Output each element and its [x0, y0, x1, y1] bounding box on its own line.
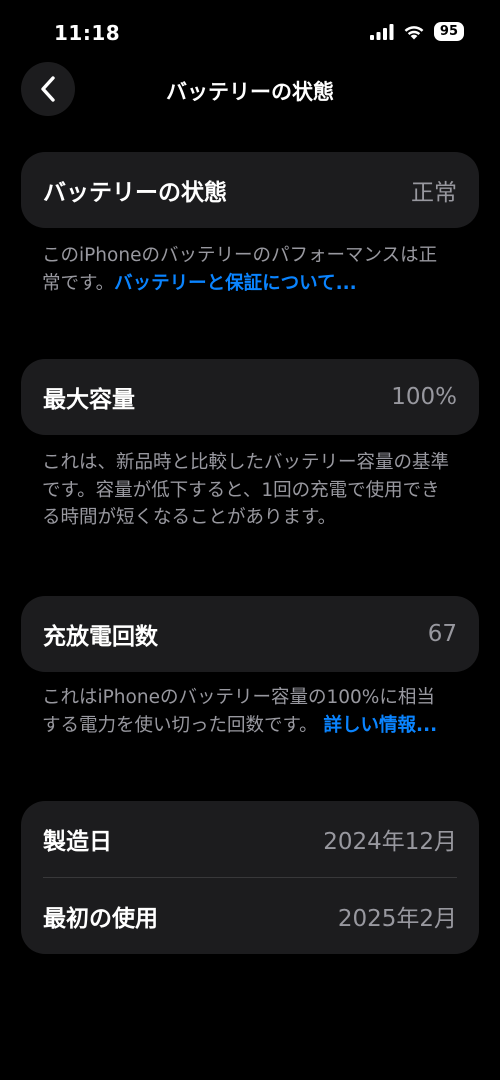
first-use-value: 2025年2月: [337, 906, 457, 932]
cycle-count-card: 充放電回数 67: [21, 596, 479, 672]
max-capacity-label: 最大容量: [43, 387, 135, 413]
max-capacity-description: これは、新品時と比較したバッテリー容量の基準です。容量が低下すると、1回の充電で…: [42, 452, 450, 528]
max-capacity-row: 最大容量 100%: [21, 359, 479, 435]
wifi-icon: [404, 25, 424, 39]
manufacture-date-value: 2024年12月: [323, 829, 457, 855]
status-bar: 11:18 95: [0, 0, 500, 66]
cycle-count-label: 充放電回数: [43, 624, 158, 650]
battery-health-label: バッテリーの状態: [43, 180, 227, 206]
status-icons: 95: [369, 22, 464, 41]
battery-health-description: このiPhoneのバッテリーのパフォーマンスは正常です。バッテリーと保証について…: [42, 242, 452, 297]
page-title: バッテリーの状態: [166, 80, 334, 104]
battery-health-row: バッテリーの状態 正常: [21, 152, 479, 228]
dates-card: 製造日 2024年12月 最初の使用 2025年2月: [21, 801, 479, 954]
max-capacity-value: 100%: [391, 384, 457, 410]
navigation-bar: バッテリーの状態: [0, 62, 500, 116]
battery-health-screen: 11:18 95 バッテリーの状態 バッテリーの状態 正常 このiPhoneのバ…: [0, 0, 500, 1080]
manufacture-date-row: 製造日 2024年12月: [21, 801, 479, 877]
status-time: 11:18: [54, 21, 121, 45]
first-use-label: 最初の使用: [43, 906, 158, 932]
first-use-row: 最初の使用 2025年2月: [21, 878, 479, 954]
battery-level-badge: 95: [433, 22, 464, 41]
cycle-count-description: これはiPhoneのバッテリー容量の100%に相当する電力を使い切った回数です。…: [42, 684, 452, 739]
battery-health-card: バッテリーの状態 正常: [21, 152, 479, 228]
battery-health-value: 正常: [411, 180, 457, 206]
manufacture-date-label: 製造日: [43, 829, 112, 855]
cycle-count-row: 充放電回数 67: [21, 596, 479, 672]
more-info-link[interactable]: 詳しい情報...: [324, 715, 438, 736]
cycle-count-value: 67: [427, 621, 457, 647]
cellular-signal-icon: [369, 23, 394, 40]
battery-warranty-link[interactable]: バッテリーと保証について...: [114, 273, 357, 294]
max-capacity-card: 最大容量 100%: [21, 359, 479, 435]
